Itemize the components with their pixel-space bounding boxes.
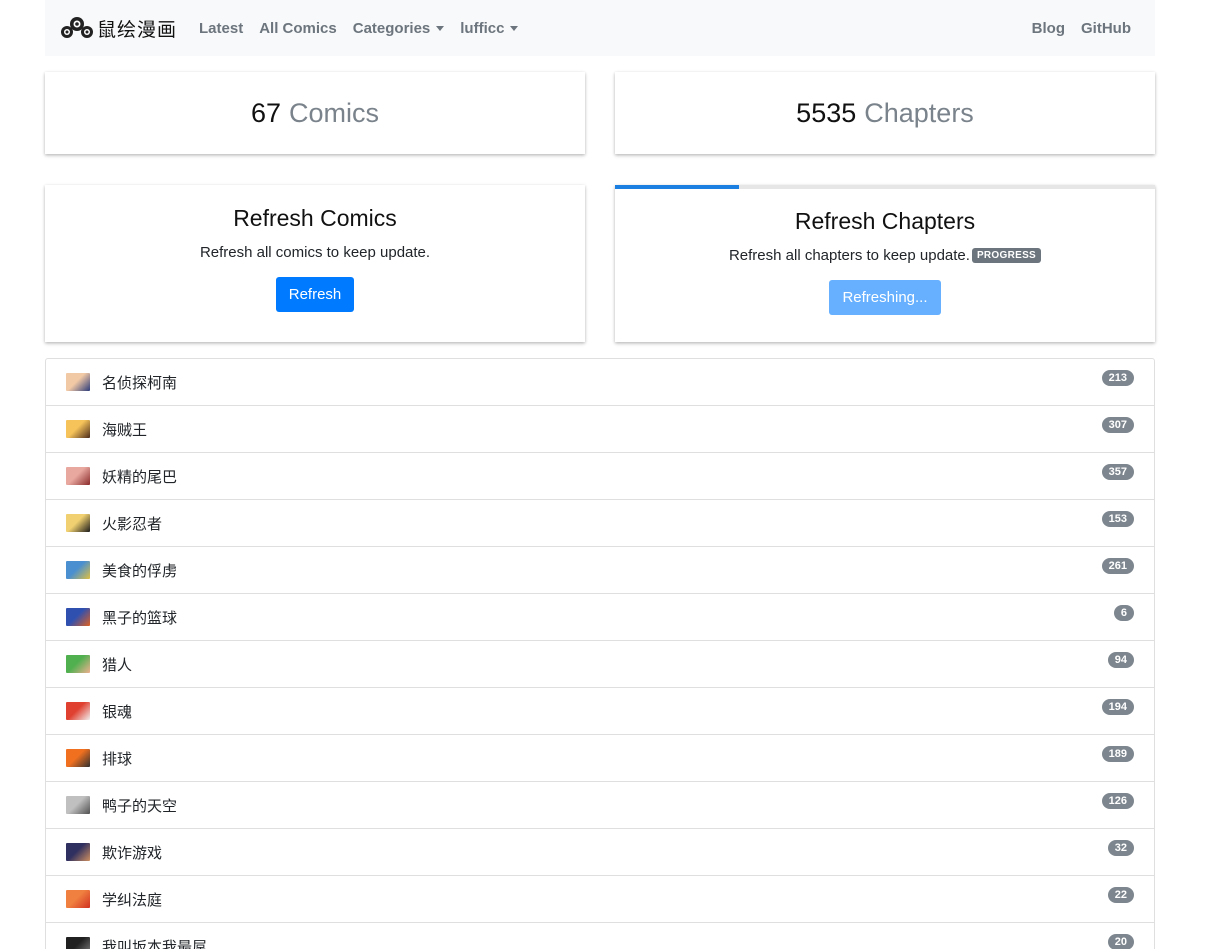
list-item[interactable]: 海贼王 307 <box>46 406 1154 453</box>
refresh-comics-desc-text: Refresh all comics to keep update. <box>199 244 431 261</box>
list-item[interactable]: 火影忍者 153 <box>46 500 1154 547</box>
chapter-count-badge: 94 <box>1107 652 1134 668</box>
comics-label: Comics <box>289 97 380 128</box>
list-item[interactable]: 排球 189 <box>46 735 1154 782</box>
comic-name: 银魂 <box>102 703 133 721</box>
nav-user-label: lufficc <box>460 19 505 37</box>
comic-cover-thumbnail <box>66 467 90 485</box>
list-item[interactable]: 名侦探柯南 213 <box>46 359 1154 406</box>
comic-name: 排球 <box>102 750 133 768</box>
list-item[interactable]: 银魂 194 <box>46 688 1154 735</box>
chapter-count-badge: 20 <box>1107 934 1134 949</box>
refresh-comics-button[interactable]: Refresh <box>275 277 355 312</box>
comic-cover-thumbnail <box>66 749 90 767</box>
refreshing-button[interactable]: Refreshing... <box>829 280 941 315</box>
list-item[interactable]: 学纠法庭 22 <box>46 876 1154 923</box>
comic-cover-thumbnail <box>66 937 90 949</box>
comic-cover-thumbnail <box>66 655 90 673</box>
refresh-progress-bar <box>615 185 1155 189</box>
caret-down-icon <box>510 25 519 31</box>
comic-name: 妖精的尾巴 <box>102 468 178 486</box>
nav-blog[interactable]: Blog <box>1032 20 1065 37</box>
comic-cover-thumbnail <box>66 608 90 626</box>
comic-cover-thumbnail <box>66 890 90 908</box>
progress-badge: PROGRESS <box>971 248 1042 263</box>
nav-all-comics[interactable]: All Comics <box>259 20 337 37</box>
brand[interactable]: 鼠绘漫画 <box>61 14 177 42</box>
chapter-count-badge: 126 <box>1101 793 1134 809</box>
list-item[interactable]: 美食的俘虏 261 <box>46 547 1154 594</box>
refresh-comics-desc: Refresh all comics to keep update. <box>45 244 585 261</box>
refresh-chapters-desc: Refresh all chapters to keep update. PRO… <box>615 247 1155 264</box>
comics-count: 67 <box>250 97 282 128</box>
comic-cover-thumbnail <box>66 702 90 720</box>
comic-name: 火影忍者 <box>102 515 163 533</box>
nav-latest[interactable]: Latest <box>199 20 243 37</box>
refresh-chapters-title: Refresh Chapters <box>794 208 976 234</box>
comic-name: 美食的俘虏 <box>102 562 178 580</box>
navbar: 鼠绘漫画 Latest All Comics Categories luffic… <box>45 0 1155 56</box>
chapter-count-badge: 153 <box>1101 511 1134 527</box>
list-item[interactable]: 鸭子的天空 126 <box>46 782 1154 829</box>
refresh-chapters-desc-text: Refresh all chapters to keep update. <box>728 247 970 264</box>
refresh-progress-fill <box>615 185 740 189</box>
comic-cover-thumbnail <box>66 373 90 391</box>
list-item[interactable]: 欺诈游戏 32 <box>46 829 1154 876</box>
chapter-count-badge: 32 <box>1107 840 1134 856</box>
comic-cover-thumbnail <box>66 514 90 532</box>
comic-name: 名侦探柯南 <box>102 374 178 392</box>
list-item[interactable]: 黑子的篮球 6 <box>46 594 1154 641</box>
comic-cover-thumbnail <box>66 843 90 861</box>
comic-name: 学纠法庭 <box>102 891 163 909</box>
comic-name: 黑子的篮球 <box>102 609 178 627</box>
comic-cover-thumbnail <box>66 420 90 438</box>
comic-name: 欺诈游戏 <box>102 844 163 862</box>
chapters-label: Chapters <box>864 97 974 128</box>
chapters-stat-card: 5535 Chapters <box>615 72 1155 154</box>
chapter-count-badge: 261 <box>1101 558 1134 574</box>
chapter-count-badge: 357 <box>1101 464 1134 480</box>
list-item[interactable]: 猎人 94 <box>46 641 1154 688</box>
comic-name: 猎人 <box>102 656 133 674</box>
brand-text: 鼠绘漫画 <box>97 18 178 41</box>
chapter-count-badge: 194 <box>1101 699 1134 715</box>
list-item[interactable]: 我叫坂本我最屌 20 <box>46 923 1154 949</box>
nav-user-dropdown[interactable]: lufficc <box>460 19 519 37</box>
nav-categories-label: Categories <box>352 19 431 37</box>
comic-name: 我叫坂本我最屌 <box>102 938 208 949</box>
caret-down-icon <box>436 25 445 31</box>
comics-stat-card: 67 Comics <box>45 72 585 154</box>
chapter-count-badge: 189 <box>1101 746 1134 762</box>
chapters-count: 5535 <box>796 97 857 128</box>
nav-categories-dropdown[interactable]: Categories <box>353 20 445 37</box>
comic-name: 鸭子的天空 <box>102 797 178 815</box>
chapter-count-badge: 6 <box>1113 605 1134 621</box>
chapter-count-badge: 307 <box>1101 417 1134 433</box>
mouse-logo-icon <box>61 14 93 42</box>
refresh-chapters-card: Refresh Chapters Refresh all chapters to… <box>615 185 1155 342</box>
chapter-count-badge: 213 <box>1101 370 1134 386</box>
comic-name: 海贼王 <box>102 421 148 439</box>
nav-github[interactable]: GitHub <box>1081 20 1131 37</box>
comic-cover-thumbnail <box>66 561 90 579</box>
comic-list: 名侦探柯南 213 海贼王 307 妖精的尾巴 357 火影忍者 153 美食的俘虏 261 黑子的… <box>45 358 1155 949</box>
chapter-count-badge: 22 <box>1107 887 1134 903</box>
refresh-comics-card: Refresh Comics Refresh all comics to kee… <box>45 185 585 342</box>
refresh-comics-title: Refresh Comics <box>233 205 397 231</box>
list-item[interactable]: 妖精的尾巴 357 <box>46 453 1154 500</box>
comic-cover-thumbnail <box>66 796 90 814</box>
